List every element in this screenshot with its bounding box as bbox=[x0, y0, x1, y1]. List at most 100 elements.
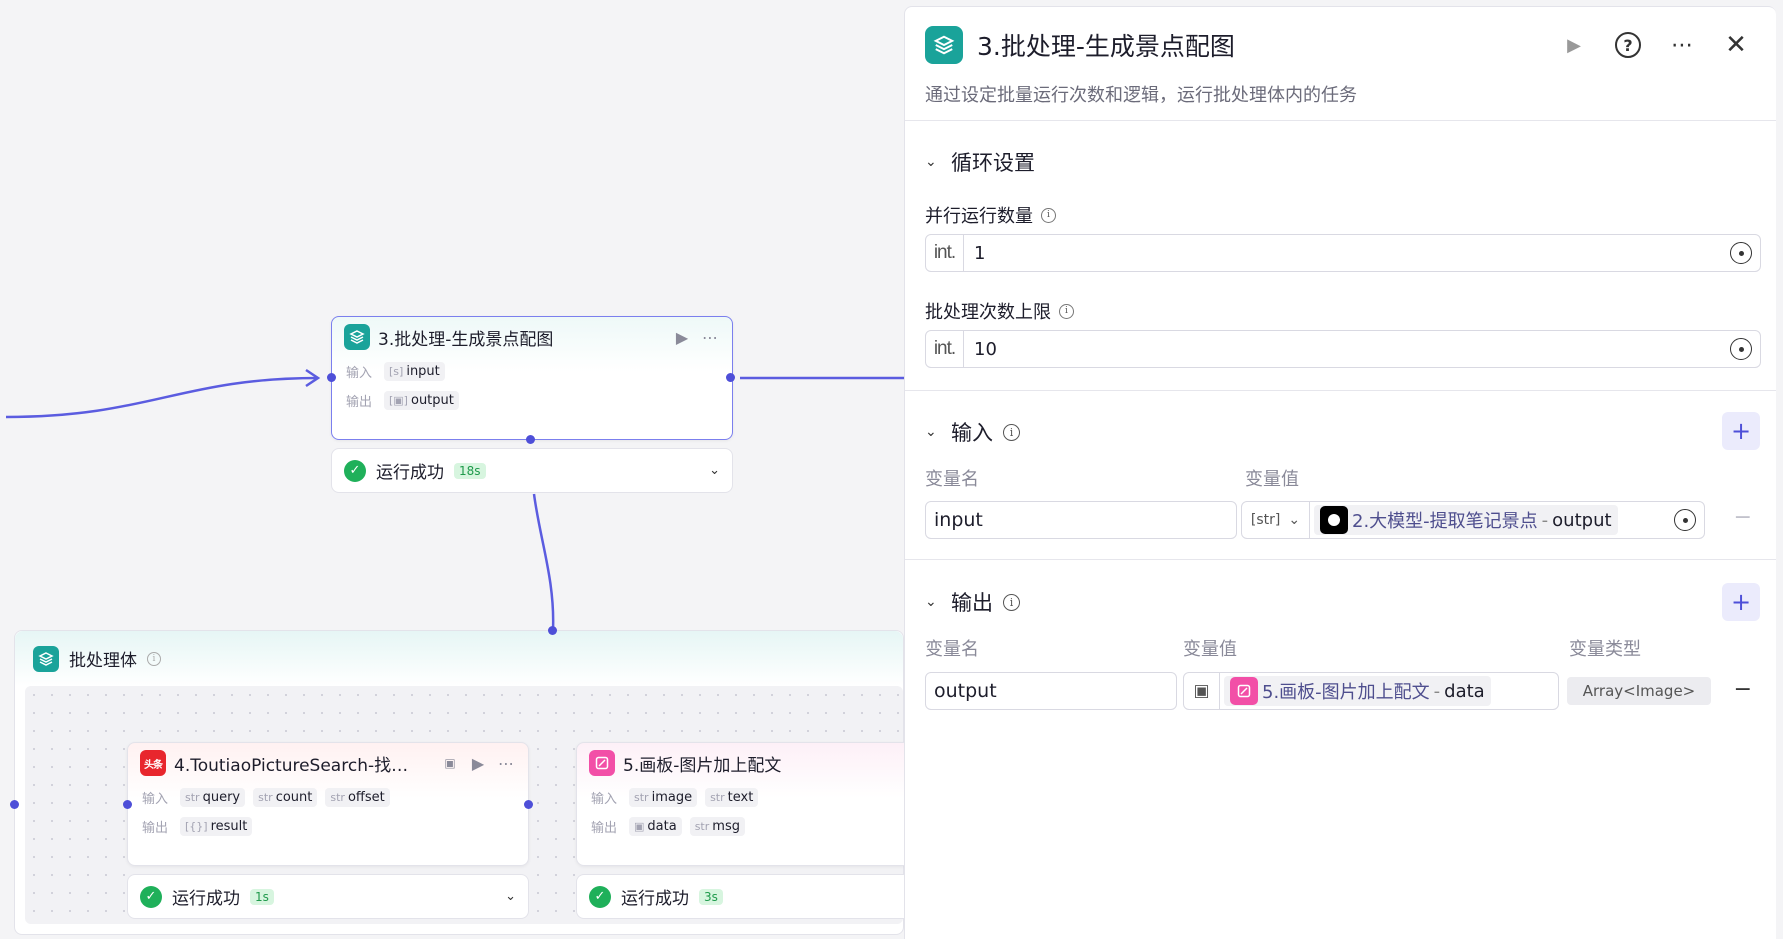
output-label: 输出 bbox=[142, 821, 169, 836]
node-settings-panel: 3.批处理-生成景点配图 ▶ ? ⋯ ✕ 通过设定批量运行次数和逻辑，运行批处理… bbox=[904, 6, 1776, 939]
add-input-button[interactable]: + bbox=[1722, 412, 1760, 450]
play-icon[interactable]: ▶ bbox=[468, 754, 488, 773]
int-type-label: int. bbox=[926, 331, 964, 367]
paint-board-icon bbox=[589, 750, 615, 776]
help-icon[interactable]: ? bbox=[1608, 25, 1648, 65]
output-label: 输出 bbox=[591, 821, 618, 836]
layers-icon bbox=[344, 324, 370, 350]
batch-limit-input[interactable]: int. 10 bbox=[925, 330, 1761, 368]
body-port[interactable] bbox=[526, 435, 535, 444]
node-title: 3.批处理-生成景点配图 bbox=[378, 329, 554, 350]
output-port[interactable] bbox=[726, 373, 735, 382]
node4-input-port[interactable] bbox=[123, 800, 132, 809]
info-icon[interactable]: i bbox=[1041, 207, 1056, 223]
input-var-tag: [s] input bbox=[384, 362, 445, 381]
input-label: 输入 bbox=[346, 366, 373, 381]
output-tag-data: ▣ data bbox=[629, 817, 682, 836]
chevron-down-icon[interactable]: ⌄ bbox=[505, 889, 516, 904]
run-status-bar[interactable]: ✓ 运行成功 18s ⌄ bbox=[331, 448, 733, 493]
ref-chip: 2.大模型-提取笔记景点 - output bbox=[1314, 505, 1618, 535]
input-port[interactable] bbox=[327, 373, 336, 382]
remove-input-button[interactable]: − bbox=[1734, 505, 1752, 530]
layers-icon bbox=[925, 26, 963, 64]
type-select[interactable]: [str] ⌄ bbox=[1242, 502, 1310, 538]
batch-body-input-port[interactable] bbox=[548, 626, 557, 635]
col-header-value: 变量值 bbox=[1183, 639, 1237, 660]
variable-ref-icon[interactable] bbox=[1730, 242, 1752, 264]
input-var-name-field[interactable]: input bbox=[925, 501, 1237, 539]
play-icon[interactable]: ▶ bbox=[672, 328, 692, 347]
info-icon[interactable]: i bbox=[1003, 593, 1020, 611]
input-tag-query: str query bbox=[180, 788, 246, 807]
output-type-badge: Array<Image> bbox=[1567, 677, 1711, 705]
batch-limit-label: 批处理次数上限 i bbox=[925, 298, 1074, 324]
output-tag-msg: str msg bbox=[689, 817, 745, 836]
input-tag-image: str image bbox=[629, 788, 698, 807]
llm-icon bbox=[1320, 506, 1348, 534]
variable-ref-icon[interactable] bbox=[1730, 338, 1752, 360]
loop-settings-header[interactable]: ⌄ 循环设置 bbox=[925, 147, 1035, 177]
node4-output-port[interactable] bbox=[524, 800, 533, 809]
close-icon[interactable]: ✕ bbox=[1716, 25, 1756, 65]
node4-status-bar[interactable]: ✓ 运行成功 1s ⌄ bbox=[127, 874, 529, 919]
input-section-header[interactable]: ⌄ 输入 i bbox=[925, 417, 1020, 447]
input-tag-text: str text bbox=[705, 788, 759, 807]
ref-chip: 5.画板-图片加上配文 - data bbox=[1224, 676, 1491, 706]
output-label: 输出 bbox=[346, 395, 373, 410]
output-var-tag: [▣] output bbox=[384, 391, 459, 410]
output-section-header[interactable]: ⌄ 输出 i bbox=[925, 587, 1020, 617]
status-text: 运行成功 bbox=[621, 889, 689, 909]
duration-badge: 18s bbox=[454, 462, 486, 479]
panel-description: 通过设定批量运行次数和逻辑，运行批处理体内的任务 bbox=[925, 85, 1357, 106]
batch-body-left-port[interactable] bbox=[10, 800, 19, 809]
chevron-down-icon[interactable]: ⌄ bbox=[709, 463, 720, 478]
divider bbox=[905, 559, 1776, 560]
col-header-name: 变量名 bbox=[925, 469, 979, 490]
more-icon[interactable]: ⋯ bbox=[496, 754, 516, 773]
variable-ref-icon[interactable] bbox=[1674, 509, 1696, 531]
toutiao-node[interactable]: 头条 4.ToutiaoPictureSearch-找… ▣ ▶ ⋯ 输入 st… bbox=[127, 742, 529, 866]
more-icon[interactable]: ⋯ bbox=[700, 328, 720, 347]
canvas-node-5[interactable]: 5.画板-图片加上配文 输入 str image str text 输出 ▣ data… bbox=[576, 742, 904, 866]
duration-badge: 1s bbox=[250, 888, 274, 905]
info-icon[interactable]: i bbox=[1059, 303, 1074, 319]
input-tag-count: str count bbox=[253, 788, 318, 807]
add-output-button[interactable]: + bbox=[1722, 583, 1760, 621]
info-icon[interactable]: i bbox=[147, 651, 161, 666]
image-icon: ▣ bbox=[634, 820, 645, 833]
layers-icon bbox=[33, 645, 59, 672]
chevron-down-icon: ⌄ bbox=[1288, 512, 1301, 528]
col-header-value: 变量值 bbox=[1245, 469, 1299, 490]
info-icon[interactable]: i bbox=[1003, 423, 1020, 441]
node-title: 5.画板-图片加上配文 bbox=[623, 755, 782, 776]
remove-output-button[interactable]: − bbox=[1734, 677, 1752, 702]
chevron-down-icon: ⌄ bbox=[925, 154, 937, 170]
run-icon[interactable]: ▶ bbox=[1554, 25, 1594, 65]
image-array-icon: [▣] bbox=[389, 394, 408, 407]
node-title: 4.ToutiaoPictureSearch-找… bbox=[174, 755, 409, 776]
batch-node[interactable]: 3.批处理-生成景点配图 ▶ ⋯ 输入 [s] input 输出 [▣] outpu… bbox=[331, 316, 733, 440]
col-header-type: 变量类型 bbox=[1569, 639, 1641, 660]
node5-status-bar[interactable]: ✓ 运行成功 3s bbox=[576, 874, 904, 919]
input-label: 输入 bbox=[142, 792, 169, 807]
panel-title[interactable]: 3.批处理-生成景点配图 bbox=[977, 27, 1540, 63]
divider bbox=[905, 390, 1776, 391]
batch-icon[interactable]: ▣ bbox=[440, 756, 460, 770]
parallel-count-label: 并行运行数量 i bbox=[925, 202, 1056, 228]
input-var-value-field[interactable]: [str] ⌄ 2.大模型-提取笔记景点 - output bbox=[1241, 501, 1705, 539]
more-icon[interactable]: ⋯ bbox=[1662, 25, 1702, 65]
check-circle-icon: ✓ bbox=[589, 885, 611, 908]
array-icon: [s] bbox=[389, 365, 404, 378]
toutiao-icon: 头条 bbox=[140, 750, 166, 776]
check-circle-icon: ✓ bbox=[344, 459, 366, 482]
parallel-count-input[interactable]: int. 1 bbox=[925, 234, 1761, 272]
output-var-value-field[interactable]: ▣ 5.画板-图片加上配文 - data bbox=[1183, 672, 1559, 710]
paint-board-icon bbox=[1230, 677, 1258, 705]
status-text: 运行成功 bbox=[172, 889, 240, 909]
col-header-name: 变量名 bbox=[925, 639, 979, 660]
chevron-down-icon: ⌄ bbox=[925, 424, 937, 440]
duration-badge: 3s bbox=[699, 888, 723, 905]
batch-body-title: 批处理体 bbox=[69, 651, 137, 671]
output-var-name-field[interactable]: output bbox=[925, 672, 1177, 710]
chevron-down-icon: ⌄ bbox=[925, 594, 937, 610]
